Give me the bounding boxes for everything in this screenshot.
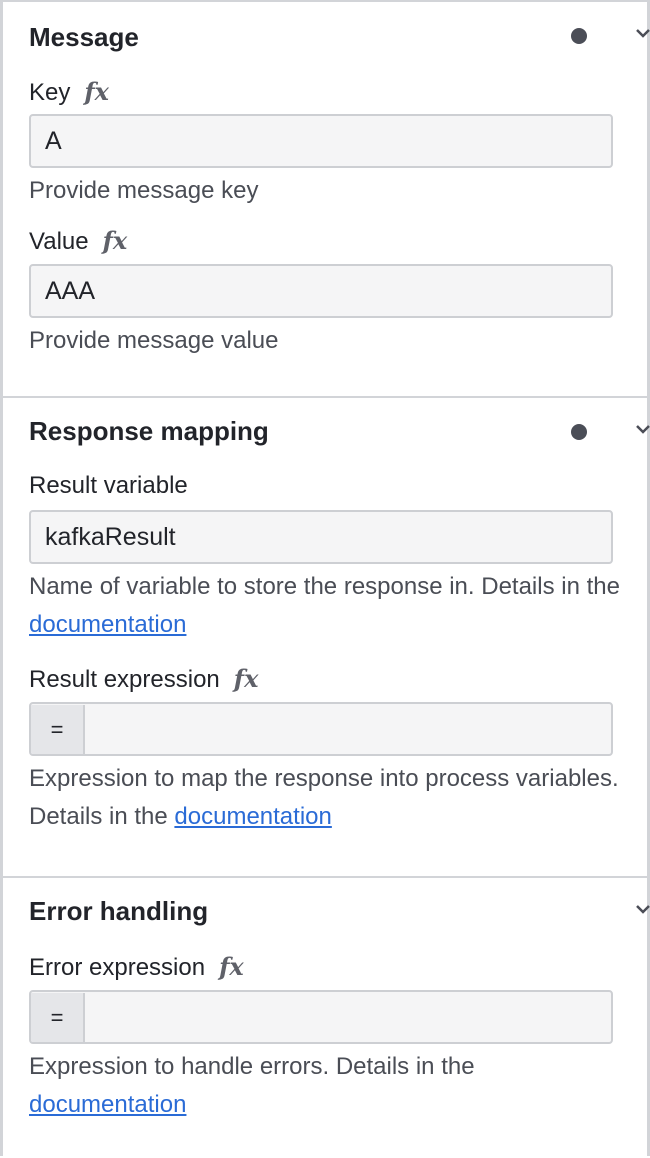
- value-label: Value: [29, 228, 89, 255]
- documentation-link[interactable]: documentation: [29, 1091, 186, 1118]
- error-expression-description: Expression to handle errors. Details in …: [29, 1048, 629, 1124]
- chevron-down-icon[interactable]: [633, 420, 650, 440]
- key-label: Key: [29, 79, 71, 106]
- result-variable-description: Name of variable to store the response i…: [29, 568, 629, 644]
- fx-icon[interactable]: fx: [234, 664, 259, 693]
- key-input[interactable]: A: [29, 114, 613, 168]
- result-variable-desc-text: Name of variable to store the response i…: [29, 573, 620, 600]
- value-label-row: Value fx: [29, 226, 127, 256]
- chevron-down-icon[interactable]: [633, 900, 650, 920]
- fx-icon[interactable]: fx: [219, 952, 244, 981]
- message-section: Message Key fx A Provide message key Valu…: [3, 0, 650, 398]
- result-variable-input[interactable]: kafkaResult: [29, 510, 613, 564]
- result-expression-label-row: Result expression fx: [29, 664, 258, 694]
- result-expression-label: Result expression: [29, 666, 220, 693]
- key-label-row: Key fx: [29, 77, 109, 107]
- value-input[interactable]: AAA: [29, 264, 613, 318]
- result-expression-description: Expression to map the response into proc…: [29, 760, 629, 836]
- fx-icon[interactable]: fx: [84, 77, 109, 106]
- section-title-message[interactable]: Message: [29, 22, 139, 53]
- section-title-response-mapping[interactable]: Response mapping: [29, 416, 269, 447]
- result-variable-label: Result variable: [29, 472, 188, 499]
- fx-icon[interactable]: fx: [103, 226, 128, 255]
- feel-equals-prefix: =: [31, 993, 85, 1042]
- result-expression-input[interactable]: =: [29, 702, 613, 756]
- documentation-link[interactable]: documentation: [29, 611, 186, 638]
- key-description: Provide message key: [29, 177, 259, 204]
- error-expression-desc-text: Expression to handle errors. Details in …: [29, 1053, 475, 1080]
- section-title-error-handling[interactable]: Error handling: [29, 896, 208, 927]
- error-expression-label: Error expression: [29, 954, 206, 981]
- feel-equals-prefix: =: [31, 705, 85, 754]
- properties-panel: Message Key fx A Provide message key Valu…: [0, 0, 650, 1156]
- response-mapping-section: Response mapping Result variable kafkaRe…: [3, 396, 650, 878]
- error-handling-section: Error handling Error expression fx = Expr…: [3, 876, 650, 1158]
- value-description: Provide message value: [29, 327, 279, 354]
- error-expression-input[interactable]: =: [29, 990, 613, 1044]
- documentation-link[interactable]: documentation: [174, 803, 331, 830]
- error-expression-label-row: Error expression fx: [29, 952, 244, 982]
- data-marker-dot: [571, 28, 587, 44]
- chevron-down-icon[interactable]: [633, 24, 650, 44]
- data-marker-dot: [571, 424, 587, 440]
